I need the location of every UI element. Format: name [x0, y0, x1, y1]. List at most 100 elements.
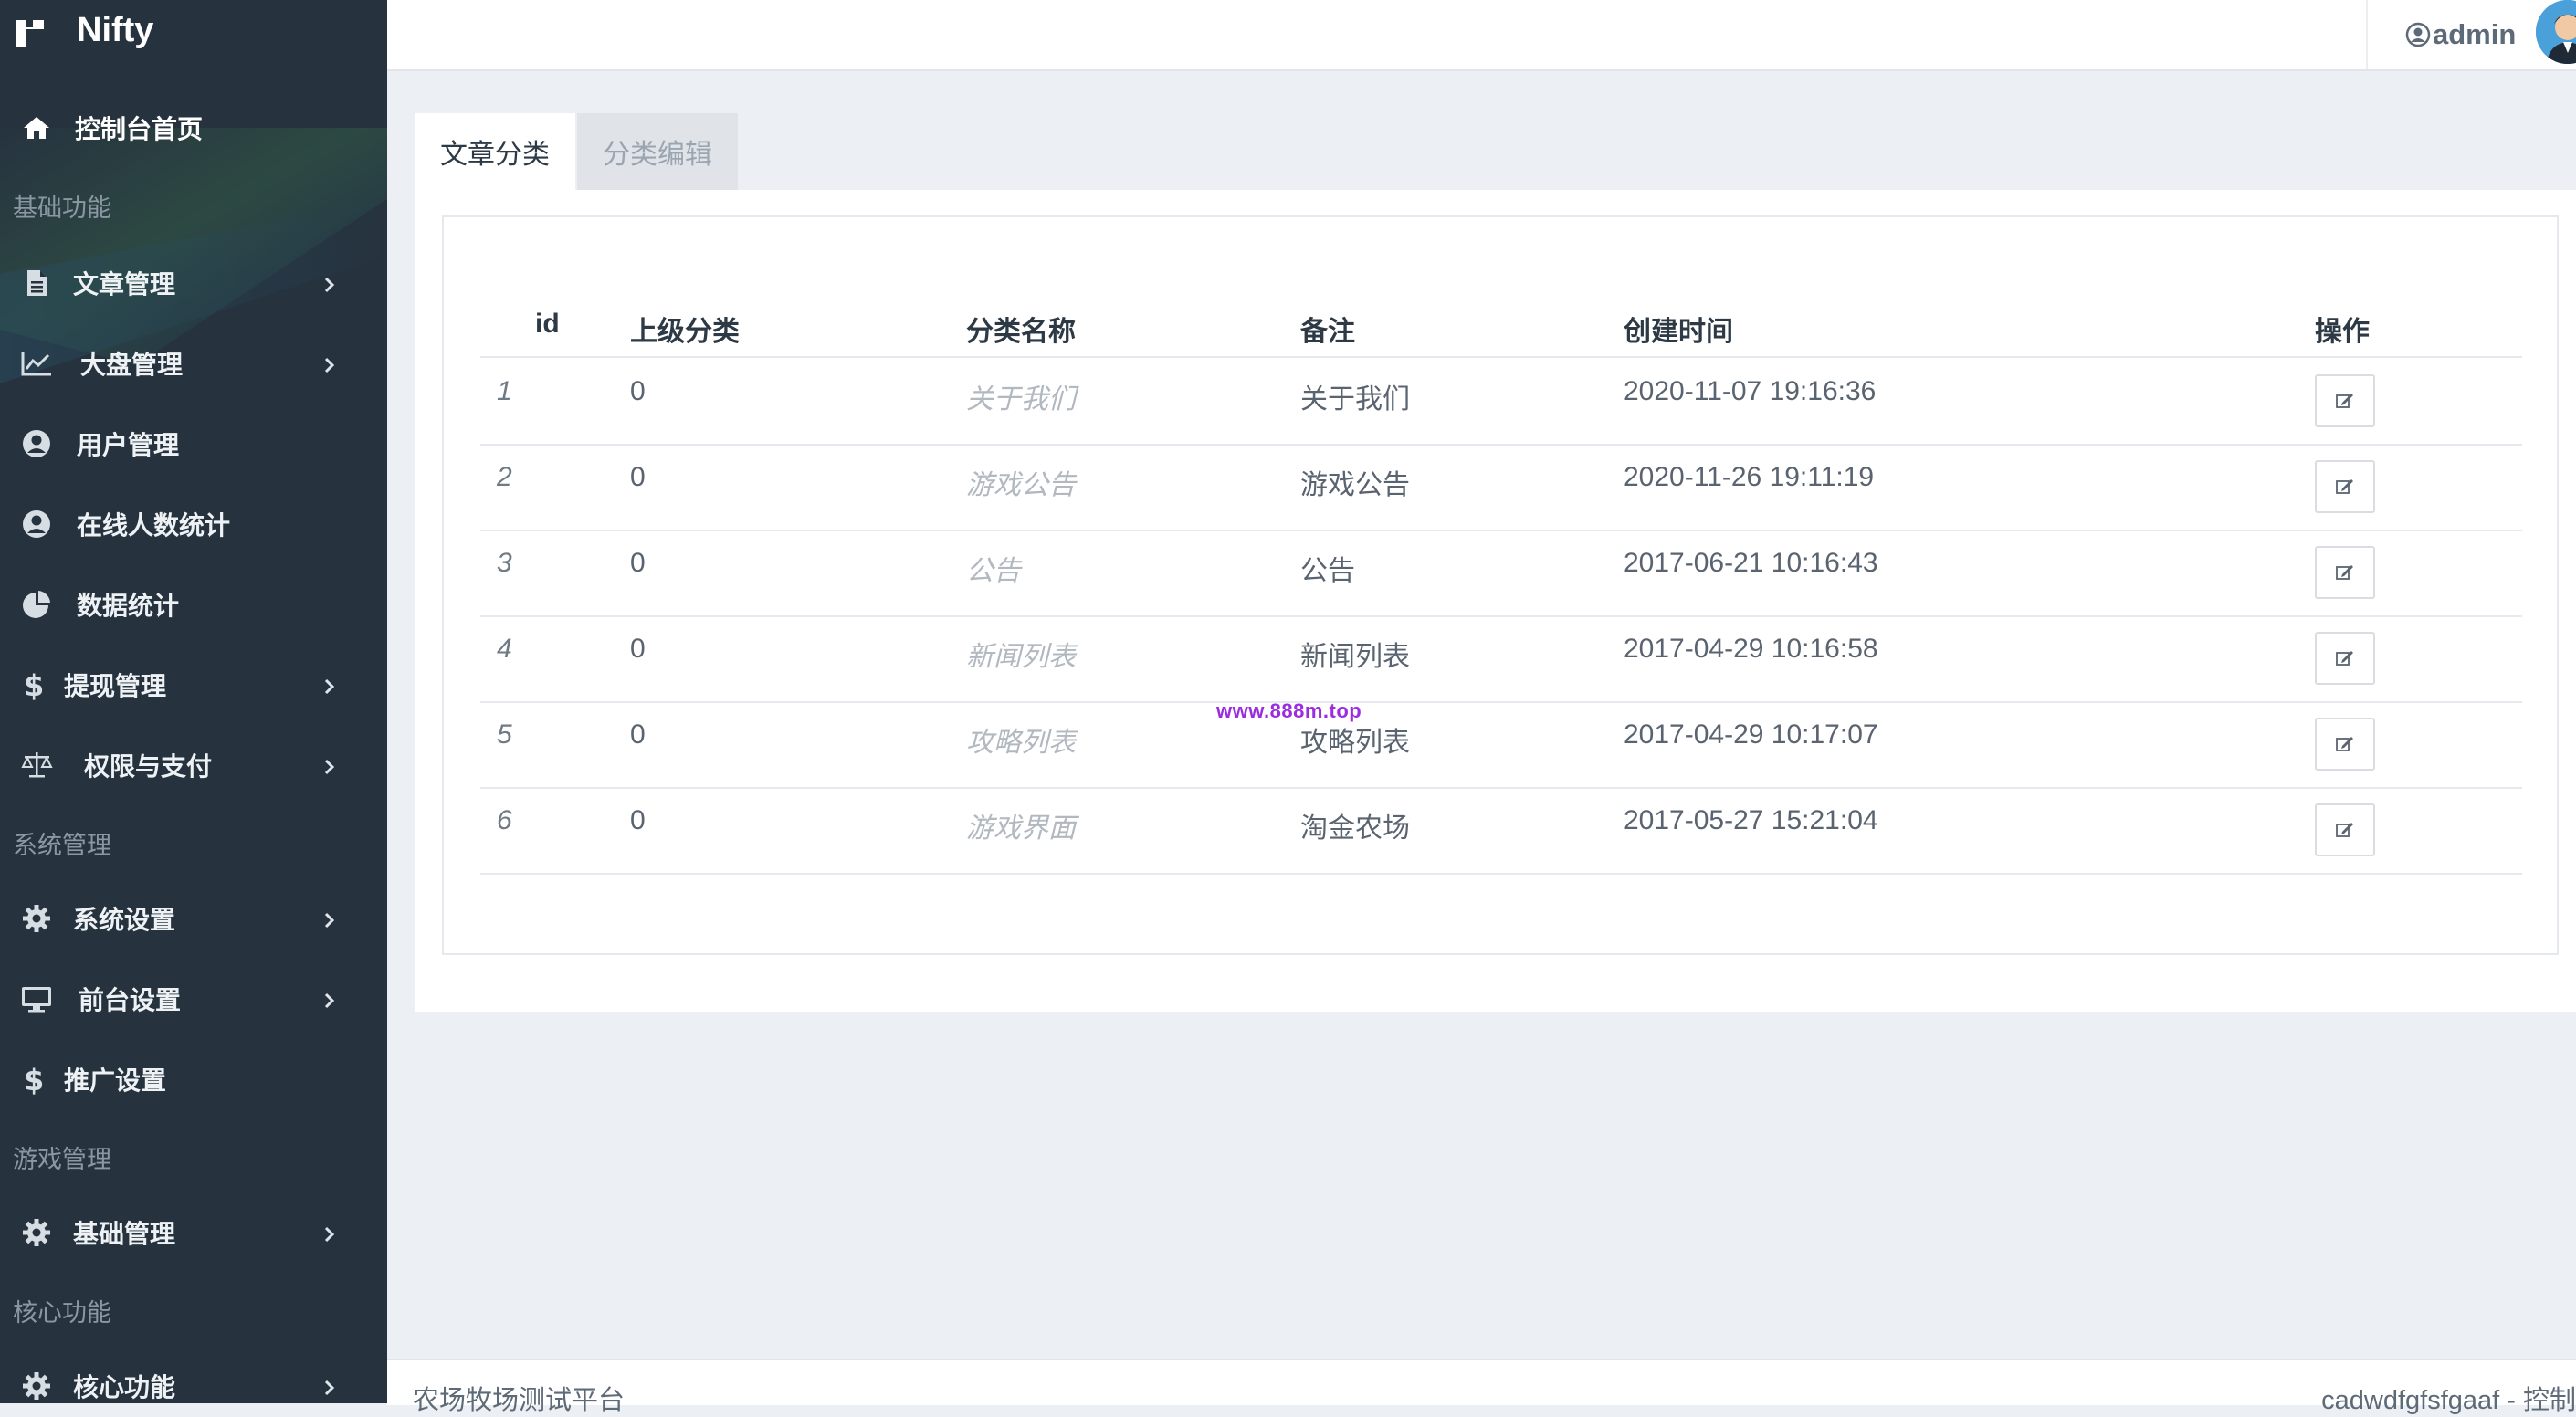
edit-icon [2336, 394, 2353, 408]
sidebar-item-label: 前台设置 [79, 986, 182, 1014]
sidebar-item-market[interactable]: 大盘管理 [0, 323, 387, 404]
sidebar-item-promotion-settings[interactable]: $ 推广设置 [0, 1039, 387, 1119]
footer-left-text: 农场牧场测试平台 [413, 1386, 626, 1415]
table-header: id 上级分类 分类名称 备注 创建时间 操作 [480, 301, 2522, 358]
chevron-right-icon [324, 1226, 335, 1243]
column-header-parent-category[interactable]: 上级分类 [630, 309, 740, 349]
sidebar-item-basic-management[interactable]: 基础管理 [0, 1192, 387, 1273]
cell-created-time: 2017-04-29 10:17:07 [1624, 719, 1878, 750]
cell-remark: 公告 [1300, 556, 1355, 586]
cell-id: 3 [497, 548, 512, 578]
sidebar-item-core-functions[interactable]: 核心功能 [0, 1346, 387, 1403]
section-header-core: 核心功能 [13, 1299, 111, 1327]
gear-icon [23, 905, 50, 932]
tab-bar [415, 113, 2576, 190]
sidebar-item-users[interactable]: 用户管理 [0, 404, 387, 484]
table-row: 4 0 新闻列表 新闻列表 2017-04-29 10:16:58 [480, 615, 2522, 703]
edit-icon [2336, 479, 2353, 494]
cell-parent: 0 [630, 462, 646, 492]
chevron-right-icon [324, 357, 335, 373]
footer-right-text: cadwdfgfsfgaaf - 控制 [2321, 1386, 2576, 1415]
cell-id: 5 [497, 719, 512, 750]
desktop-icon [22, 987, 51, 1013]
tab-category-edit[interactable]: 分类编辑 [577, 113, 738, 190]
edit-button[interactable] [2315, 803, 2375, 856]
cell-created-time: 2017-04-29 10:16:58 [1624, 634, 1878, 664]
tab-article-categories[interactable]: 文章分类 [415, 113, 575, 190]
sidebar-item-permissions-payment[interactable]: 权限与支付 [0, 725, 387, 805]
footer: 农场牧场测试平台 cadwdfgfsfgaaf - 控制 [387, 1359, 2576, 1415]
cell-remark: 游戏公告 [1300, 470, 1410, 500]
cell-id: 6 [497, 805, 512, 835]
user-icon [2405, 22, 2431, 47]
balance-scale-icon [21, 752, 53, 778]
header-divider [2366, 0, 2368, 69]
dollar-icon: $ [24, 668, 44, 701]
brand-name: Nifty [77, 11, 154, 49]
sidebar-item-label: 系统设置 [73, 906, 176, 934]
cell-category-name: 游戏公告 [966, 470, 1076, 500]
cell-remark: 关于我们 [1300, 384, 1410, 415]
edit-icon [2336, 823, 2353, 837]
file-icon [27, 270, 47, 296]
cell-parent: 0 [630, 634, 646, 664]
sidebar-item-withdrawals[interactable]: $ 提现管理 [0, 645, 387, 725]
table-row: 1 0 关于我们 关于我们 2020-11-07 19:16:36 [480, 358, 2522, 446]
section-header-basic: 基础功能 [13, 194, 111, 222]
sidebar-item-dashboard-home[interactable]: 控制台首页 [0, 88, 387, 168]
cell-created-time: 2017-05-27 15:21:04 [1624, 805, 1878, 835]
edit-icon [2336, 737, 2353, 751]
table-row: 3 0 公告 公告 2017-06-21 10:16:43 [480, 530, 2522, 617]
chevron-right-icon [324, 678, 335, 695]
cell-category-name: 公告 [966, 556, 1021, 586]
pie-chart-icon [23, 591, 50, 618]
brand[interactable]: Nifty [0, 0, 387, 69]
sidebar-item-label: 数据统计 [77, 592, 180, 620]
edit-button[interactable] [2315, 460, 2375, 513]
top-header: admin [387, 0, 2576, 71]
line-chart-icon [21, 352, 51, 376]
cell-id: 4 [497, 634, 512, 664]
chevron-right-icon [324, 992, 335, 1009]
edit-button[interactable] [2315, 632, 2375, 685]
watermark: www.888m.top [1216, 699, 1362, 722]
cell-remark: 攻略列表 [1300, 728, 1410, 758]
gear-icon [23, 1219, 50, 1246]
cell-parent: 0 [630, 548, 646, 578]
avatar[interactable] [2536, 0, 2576, 64]
cell-remark: 新闻列表 [1300, 642, 1410, 672]
table-row: 6 0 游戏界面 淘金农场 2017-05-27 15:21:04 [480, 787, 2522, 875]
edit-button[interactable] [2315, 546, 2375, 599]
sidebar-item-online-stats[interactable]: 在线人数统计 [0, 484, 387, 564]
column-header-id[interactable]: id [535, 309, 560, 340]
sidebar-item-label: 用户管理 [77, 431, 180, 459]
cell-category-name: 新闻列表 [966, 642, 1076, 672]
section-header-system: 系统管理 [13, 832, 111, 859]
column-header-actions: 操作 [2315, 317, 2370, 347]
column-header-created-time[interactable]: 创建时间 [1624, 309, 1733, 349]
edit-icon [2336, 565, 2353, 580]
sidebar-item-data-stats[interactable]: 数据统计 [0, 564, 387, 645]
user-menu[interactable]: admin [2405, 15, 2516, 55]
sidebar-item-articles[interactable]: 文章管理 [0, 243, 387, 323]
edit-icon [2336, 651, 2353, 666]
table-row: 2 0 游戏公告 游戏公告 2020-11-26 19:11:19 [480, 444, 2522, 531]
sidebar-item-label: 基础管理 [73, 1220, 176, 1248]
chevron-right-icon [324, 1380, 335, 1396]
column-header-remark[interactable]: 备注 [1300, 309, 1355, 349]
dollar-icon: $ [24, 1063, 44, 1096]
column-header-category-name[interactable]: 分类名称 [966, 309, 1076, 349]
sidebar-item-system-settings[interactable]: 系统设置 [0, 878, 387, 959]
edit-button[interactable] [2315, 374, 2375, 427]
username: admin [2433, 18, 2517, 50]
edit-button[interactable] [2315, 718, 2375, 771]
cell-created-time: 2020-11-26 19:11:19 [1624, 462, 1875, 492]
user-circle-icon [23, 430, 50, 457]
sidebar-item-label: 在线人数统计 [77, 511, 231, 540]
section-header-game: 游戏管理 [13, 1146, 111, 1173]
cell-created-time: 2020-11-07 19:16:36 [1624, 376, 1877, 406]
cell-id: 2 [497, 462, 512, 492]
cell-parent: 0 [630, 805, 646, 835]
svg-text:$: $ [24, 1063, 44, 1096]
sidebar-item-frontend-settings[interactable]: 前台设置 [0, 959, 387, 1039]
